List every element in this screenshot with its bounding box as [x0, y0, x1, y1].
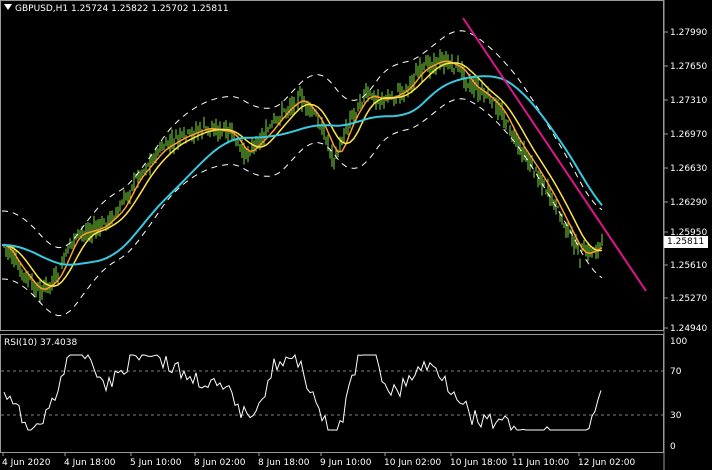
time-tick-label: 8 Jun 02:00	[194, 458, 246, 468]
time-tick-label: 8 Jun 18:00	[258, 458, 310, 468]
time-tick-label: 4 Jun 2020	[2, 458, 51, 468]
close-price: 1.25811	[191, 4, 229, 14]
trend-line[interactable]	[462, 17, 647, 292]
rsi-line	[3, 353, 602, 432]
time-tick-label: 10 Jun 02:00	[384, 458, 441, 468]
time-tick-label: 4 Jun 18:00	[64, 458, 116, 468]
price-axis: 1.27990 1.27650 1.27310 1.26970 1.26630 1.262…	[664, 28, 707, 334]
price-tick-label: 1.27990	[670, 28, 707, 38]
collapse-triangle-icon[interactable]	[4, 4, 12, 10]
price-tick-label: 1.25270	[670, 294, 707, 304]
rsi-tick-label: 0	[670, 442, 676, 452]
rsi-header: RSI(10) 37.4038	[4, 338, 78, 348]
price-tick-label: 1.26630	[670, 164, 707, 174]
price-tick-label: 1.25610	[670, 261, 707, 271]
time-tick-label: 10 Jun 18:00	[450, 458, 507, 468]
time-axis: 4 Jun 2020 4 Jun 18:00 5 Jun 10:00 8 Jun 02…	[2, 452, 635, 468]
envelope-bands	[1, 30, 603, 317]
time-tick-label: 11 Jun 10:00	[512, 458, 569, 468]
price-tick-label: 1.27650	[670, 62, 707, 72]
high-price: 1.25822	[111, 4, 149, 14]
symbol-label: GBPUSD,H1	[15, 4, 69, 14]
time-tick-label: 5 Jun 10:00	[130, 458, 182, 468]
rsi-tick-label: 70	[670, 367, 682, 377]
chart-canvas[interactable]: 1.27990 1.27650 1.27310 1.26970 1.26630 1.262…	[0, 0, 712, 470]
rsi-path	[3, 353, 602, 432]
chart-header: GBPUSD,H1 1.25724 1.25822 1.25702 1.2581…	[4, 4, 229, 14]
candlestick-series	[3, 49, 603, 303]
time-tick-label: 12 Jun 02:00	[578, 458, 635, 468]
current-price-badge: 1.25811	[664, 236, 708, 248]
price-tick-label: 1.26970	[670, 130, 707, 140]
price-tick-label: 1.27310	[670, 96, 707, 106]
time-tick-label: 9 Jun 10:00	[320, 458, 372, 468]
open-price: 1.25724	[71, 4, 109, 14]
low-price: 1.25702	[151, 4, 189, 14]
rsi-panel-frame	[0, 334, 664, 453]
price-tick-label: 1.24940	[670, 324, 707, 334]
rsi-tick-label: 100	[670, 337, 687, 347]
rsi-axis: 100 70 30 0	[670, 337, 687, 452]
price-tick-label: 1.26290	[670, 198, 707, 208]
rsi-tick-label: 30	[670, 411, 682, 421]
